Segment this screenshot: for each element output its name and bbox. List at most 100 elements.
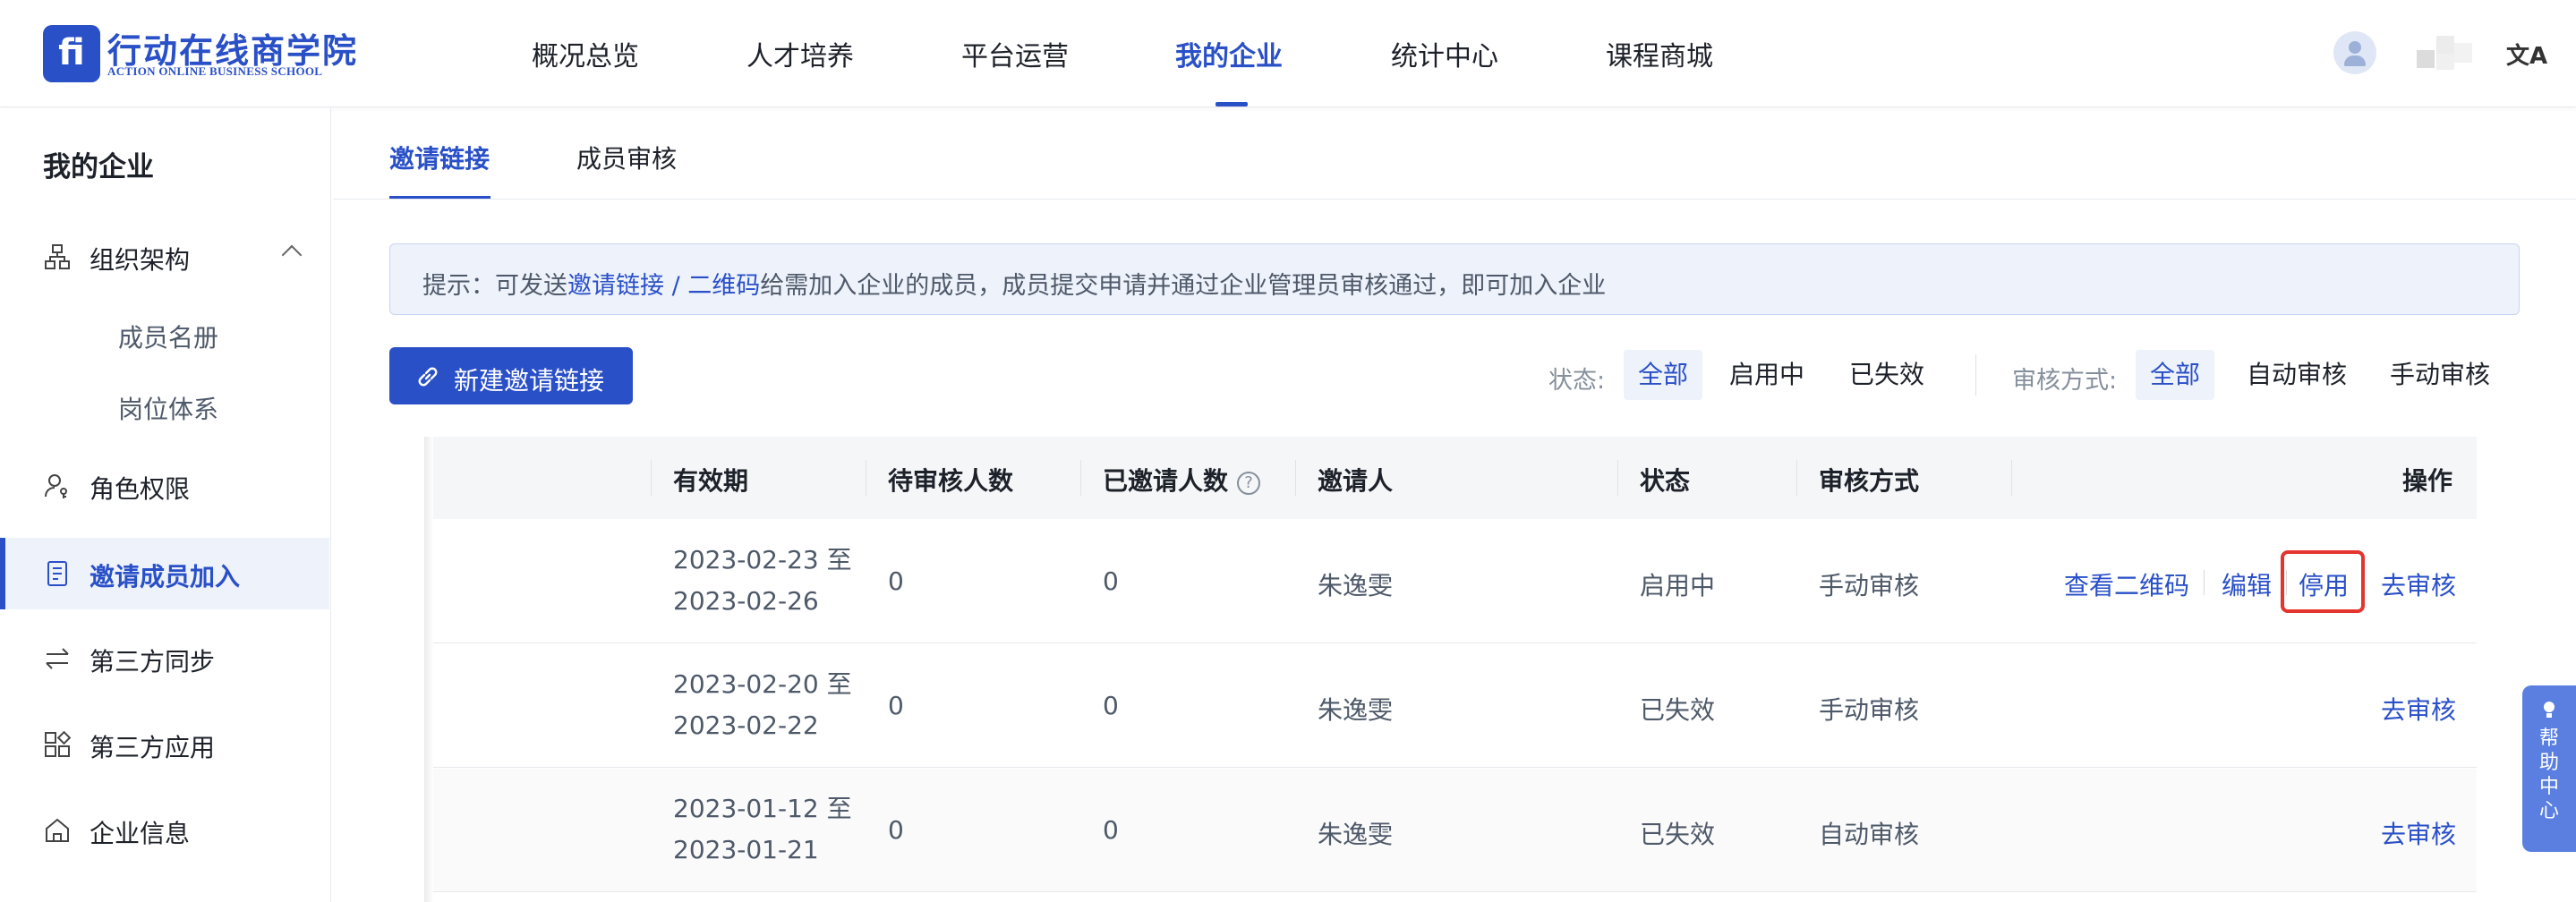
nav-statistics[interactable]: 统计中心	[1391, 34, 1498, 73]
language-switch-icon[interactable]: 文A	[2506, 38, 2547, 71]
sidebar-item-label: 第三方同步	[90, 647, 216, 676]
go-review-link[interactable]: 去审核	[2381, 815, 2456, 851]
table-row: 2023-01-12 至 2023-01-21 0 0 朱逸雯 已失效 自动审核 …	[433, 769, 2477, 892]
sidebar-item-org-structure[interactable]: 组织架构	[0, 221, 329, 293]
status-filter-expired[interactable]: 已失效	[1835, 350, 1939, 400]
col-header-validity: 有效期	[673, 466, 749, 496]
edit-link[interactable]: 编辑	[2222, 566, 2272, 602]
tip-link[interactable]: 邀请链接 / 二维码	[567, 272, 760, 300]
sidebar-item-label: 成员名册	[118, 323, 219, 353]
sidebar-item-member-roster[interactable]: 成员名册	[0, 299, 329, 370]
sidebar-item-company-info[interactable]: 企业信息	[0, 795, 329, 866]
new-invite-link-label: 新建邀请链接	[454, 366, 605, 396]
help-center-label: 帮助中心	[2538, 728, 2559, 822]
validity-start: 2023-01-12 至	[673, 794, 852, 823]
cell-invited: 0	[1103, 815, 1119, 845]
review-filter-all[interactable]: 全部	[2136, 350, 2215, 400]
tab-member-review[interactable]: 成员审核	[576, 140, 677, 175]
nav-operations[interactable]: 平台运营	[961, 34, 1069, 73]
review-filter-auto[interactable]: 自动审核	[2232, 350, 2361, 400]
filter-divider	[1975, 354, 1976, 396]
logo-mark-icon: fi	[43, 25, 100, 82]
sidebar-item-label: 组织架构	[90, 245, 191, 275]
validity-start: 2023-02-20 至	[673, 669, 852, 699]
question-circle-icon[interactable]: ?	[1237, 472, 1261, 495]
validity-end: 2023-02-26	[673, 586, 819, 616]
go-review-link[interactable]: 去审核	[2381, 566, 2456, 602]
cell-pending: 0	[888, 566, 904, 596]
review-filter-label: 审核方式:	[2012, 367, 2118, 395]
sidebar-item-label: 邀请成员加入	[90, 562, 241, 591]
cell-validity: 2023-02-20 至 2023-02-22	[673, 664, 852, 746]
org-chart-icon	[45, 244, 70, 269]
help-center-button[interactable]: 帮助中心	[2522, 685, 2576, 852]
nav-my-company[interactable]: 我的企业	[1175, 34, 1283, 73]
cell-status: 已失效	[1640, 695, 1716, 725]
sidebar-item-roles[interactable]: 角色权限	[0, 450, 329, 522]
document-icon	[47, 561, 67, 586]
brand-logo[interactable]: fi 行动在线商学院 ACTION ONLINE BUSINESS SCHOOL	[43, 25, 374, 82]
cell-status: 启用中	[1640, 571, 1716, 600]
validity-end: 2023-02-22	[673, 711, 819, 740]
col-header-actions: 操作	[2402, 466, 2453, 496]
status-filter-active[interactable]: 启用中	[1715, 350, 1819, 400]
table-header: 有效期 待审核人数 已邀请人数? 邀请人 状态 审核方式 操作	[433, 437, 2477, 519]
cell-pending: 0	[888, 815, 904, 845]
cell-inviter: 朱逸雯	[1318, 571, 1394, 600]
brand-name-en: ACTION ONLINE BUSINESS SCHOOL	[107, 64, 323, 78]
cell-invited: 0	[1103, 566, 1119, 596]
sidebar-item-label: 角色权限	[90, 474, 191, 504]
cell-invited: 0	[1103, 691, 1119, 720]
status-filter-all[interactable]: 全部	[1624, 350, 1703, 400]
sidebar: 我的企业 组织架构 成员名册 岗位体系 角色权限 邀请成员加入 第三方同步 第三…	[0, 108, 331, 902]
avatar[interactable]	[2333, 31, 2376, 74]
col-header-invited-label: 已邀请人数	[1103, 466, 1229, 496]
cell-validity: 2023-01-12 至 2023-01-21	[673, 788, 852, 871]
apps-icon	[45, 730, 72, 757]
validity-start: 2023-02-23 至	[673, 545, 852, 574]
sidebar-item-third-party-apps[interactable]: 第三方应用	[0, 709, 329, 780]
nav-overview[interactable]: 概况总览	[532, 34, 639, 73]
nav-talent[interactable]: 人才培养	[746, 34, 854, 73]
chevron-up-icon[interactable]	[281, 244, 303, 266]
disable-link[interactable]: 停用	[2299, 566, 2349, 602]
table-row: 2023-02-23 至 2023-02-26 0 0 朱逸雯 启用中 手动审核 …	[433, 520, 2477, 643]
col-header-pending: 待审核人数	[888, 466, 1014, 496]
info-tip: 提示：可发送邀请链接 / 二维码给需加入企业的成员，成员提交申请并通过企业管理员…	[389, 243, 2520, 315]
invite-links-table: 有效期 待审核人数 已邀请人数? 邀请人 状态 审核方式 操作 2023-02-…	[433, 437, 2477, 902]
lightbulb-icon	[2544, 702, 2555, 718]
cell-pending: 0	[888, 691, 904, 720]
tip-suffix: 给需加入企业的成员，成员提交申请并通过企业管理员审核通过，即可加入企业	[760, 272, 1607, 300]
col-header-review-method: 审核方式	[1819, 466, 1920, 496]
sidebar-item-label: 岗位体系	[118, 395, 219, 424]
sidebar-item-third-party-sync[interactable]: 第三方同步	[0, 623, 329, 694]
link-icon	[418, 367, 438, 387]
table-scroll-shadow	[424, 437, 433, 902]
sidebar-title: 我的企业	[43, 151, 154, 183]
sidebar-item-position-system[interactable]: 岗位体系	[0, 370, 329, 442]
tab-invite-links[interactable]: 邀请链接	[389, 140, 490, 175]
nav-active-indicator	[1215, 102, 1248, 106]
cell-validity: 2023-02-23 至 2023-02-26	[673, 540, 852, 622]
sidebar-item-label: 第三方应用	[90, 733, 216, 762]
username-blurred[interactable]	[2417, 36, 2472, 70]
view-qrcode-link[interactable]: 查看二维码	[2064, 566, 2189, 602]
tab-divider	[333, 199, 2576, 200]
sidebar-item-label: 企业信息	[90, 819, 191, 848]
sidebar-item-invite-members[interactable]: 邀请成员加入	[0, 538, 329, 609]
cell-review-method: 手动审核	[1819, 571, 1920, 600]
go-review-link[interactable]: 去审核	[2381, 691, 2456, 727]
sync-arrows-icon	[46, 648, 69, 669]
top-navbar: fi 行动在线商学院 ACTION ONLINE BUSINESS SCHOOL…	[0, 0, 2576, 107]
nav-course-mall[interactable]: 课程商城	[1606, 34, 1713, 73]
user-key-icon	[45, 474, 67, 498]
tip-text: 提示：可发送邀请链接 / 二维码给需加入企业的成员，成员提交申请并通过企业管理员…	[422, 266, 1606, 301]
cell-inviter: 朱逸雯	[1318, 820, 1394, 849]
cell-review-method: 自动审核	[1819, 820, 1920, 849]
new-invite-link-button[interactable]: 新建邀请链接	[389, 347, 633, 404]
col-header-invited: 已邀请人数?	[1103, 462, 1261, 498]
status-filter-label: 状态:	[1548, 367, 1606, 395]
review-filter-manual[interactable]: 手动审核	[2376, 350, 2504, 400]
home-icon	[46, 818, 69, 842]
col-header-status: 状态	[1640, 466, 1691, 496]
